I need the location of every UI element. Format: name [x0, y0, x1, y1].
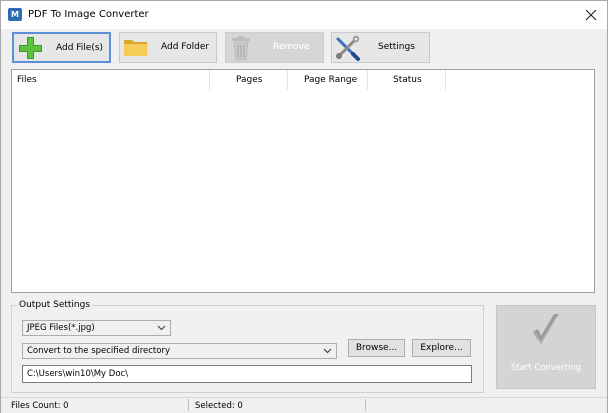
browse-button[interactable]: Browse... [348, 339, 405, 357]
selected-status: Selected: 0 [195, 401, 243, 411]
add-folder-button[interactable]: Add Folder [119, 32, 217, 63]
remove-button[interactable]: Remove [225, 32, 324, 63]
settings-button[interactable]: Settings [331, 32, 430, 63]
column-divider[interactable] [287, 70, 288, 90]
start-converting-label: Start Converting [510, 363, 582, 373]
column-divider[interactable] [367, 70, 368, 90]
file-list-table[interactable]: Files Pages Page Range Status [11, 69, 595, 293]
format-select[interactable]: JPEG Files(*.jpg) [22, 320, 171, 336]
chevron-down-icon [157, 325, 166, 331]
chevron-down-icon [323, 348, 332, 354]
destination-select[interactable]: Convert to the specified directory [22, 343, 337, 359]
column-header-page-range[interactable]: Page Range [304, 70, 357, 90]
settings-label: Settings [378, 42, 415, 52]
files-count-status: Files Count: 0 [11, 401, 69, 411]
destination-select-value: Convert to the specified directory [27, 346, 170, 356]
column-header-files[interactable]: Files [17, 70, 37, 90]
wrench-screwdriver-icon [336, 35, 360, 61]
column-divider[interactable] [445, 70, 446, 90]
output-path-value: C:\Users\win10\My Doc\ [27, 369, 129, 379]
add-files-label: Add File(s) [56, 43, 104, 53]
trash-icon [232, 36, 250, 61]
output-path-field[interactable]: C:\Users\win10\My Doc\ [22, 365, 472, 383]
add-icon [19, 37, 42, 59]
folder-icon [124, 40, 148, 56]
status-bar: Files Count: 0 Selected: 0 [1, 397, 607, 413]
window-title: PDF To Image Converter [28, 9, 149, 20]
remove-label: Remove [273, 42, 310, 52]
output-settings-label: Output Settings [17, 299, 93, 311]
close-icon [585, 9, 597, 21]
column-divider[interactable] [209, 70, 210, 90]
status-divider [188, 399, 189, 411]
checkmark-icon [533, 314, 559, 344]
title-bar[interactable]: M PDF To Image Converter [1, 1, 607, 29]
explore-button[interactable]: Explore... [412, 339, 471, 357]
status-divider [365, 399, 366, 411]
add-files-button[interactable]: Add File(s) [12, 32, 111, 63]
pdf-app-icon: M [8, 8, 22, 21]
column-header-status[interactable]: Status [393, 70, 422, 90]
close-button[interactable] [581, 5, 601, 25]
start-converting-button[interactable]: Start Converting [496, 305, 596, 389]
app-window: M PDF To Image Converter Add File(s) Add… [0, 0, 608, 413]
column-header-pages[interactable]: Pages [236, 70, 262, 90]
format-select-value: JPEG Files(*.jpg) [27, 323, 95, 333]
add-folder-label: Add Folder [161, 42, 210, 52]
